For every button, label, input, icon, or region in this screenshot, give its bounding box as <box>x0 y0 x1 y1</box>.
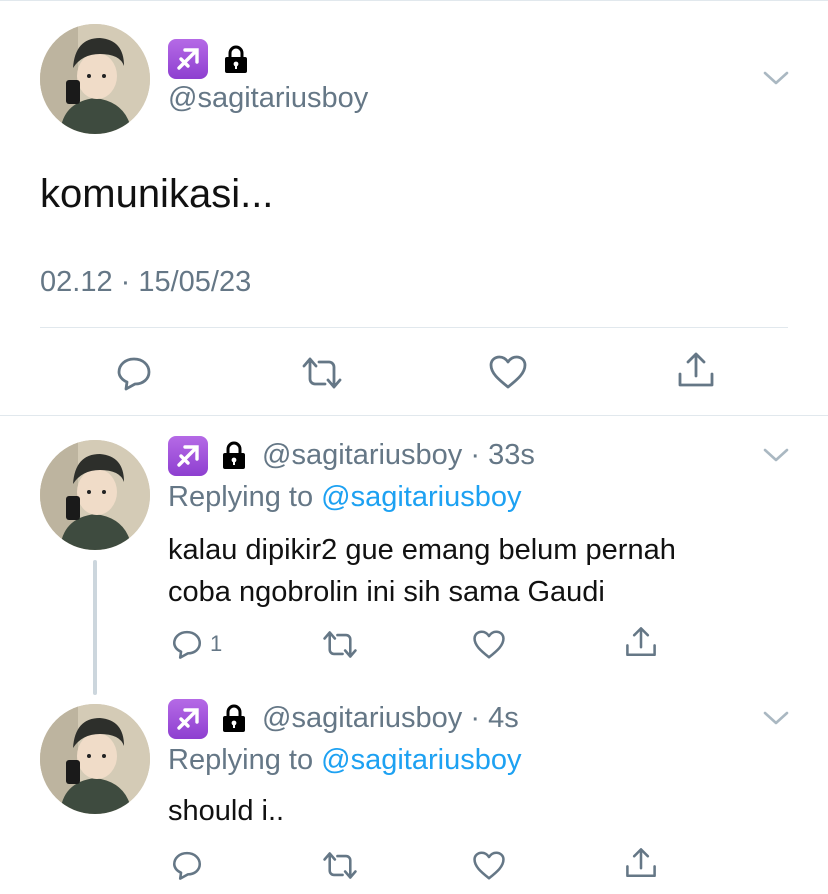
replying-to: Replying to @sagitariusboy <box>168 744 521 777</box>
reply-text: kalau dipikir2 gue emang belum pernah co… <box>168 529 788 613</box>
reply-button[interactable] <box>170 848 204 882</box>
share-icon <box>626 627 656 657</box>
tweet-handle[interactable]: @sagitariusboy <box>168 82 368 115</box>
share-icon <box>626 848 656 878</box>
like-button[interactable] <box>472 629 506 660</box>
like-button[interactable] <box>488 354 528 390</box>
reply-icon <box>172 851 202 880</box>
lock-icon <box>221 44 251 79</box>
tweet-text: komunikasi... <box>40 172 274 216</box>
lock-icon <box>219 440 249 475</box>
reply-icon <box>172 630 202 659</box>
avatar[interactable] <box>40 24 150 134</box>
retweet-button[interactable] <box>322 629 358 660</box>
meta-divider <box>40 327 788 328</box>
retweet-icon <box>302 357 342 389</box>
share-button[interactable] <box>624 846 658 880</box>
replying-to: Replying to @sagitariusboy <box>168 481 521 514</box>
reply-count: 1 <box>210 631 223 656</box>
avatar[interactable] <box>40 440 150 550</box>
reply-text-line: coba ngobrolin ini sih sama Gaudi <box>168 576 605 608</box>
replying-to-link[interactable]: @sagitariusboy <box>321 744 521 776</box>
reply-icon <box>117 357 151 391</box>
chevron-down-icon[interactable] <box>762 68 790 93</box>
section-divider <box>0 415 828 416</box>
reply-handle-time[interactable]: @sagitariusboy · 4s <box>262 702 519 735</box>
retweet-icon <box>323 852 357 879</box>
reply-text: should i.. <box>168 790 788 832</box>
heart-icon <box>473 630 505 659</box>
share-button[interactable] <box>676 350 716 390</box>
reply-text-line: should i.. <box>168 795 285 827</box>
share-button[interactable] <box>624 625 658 659</box>
thread-line <box>93 560 97 695</box>
chevron-down-icon[interactable] <box>762 445 790 470</box>
lock-icon <box>219 703 249 738</box>
replying-to-label: Replying to <box>168 481 322 513</box>
heart-icon <box>473 851 505 880</box>
replying-to-link[interactable]: @sagitariusboy <box>321 481 521 513</box>
reply-button[interactable]: 1 <box>170 627 222 661</box>
retweet-button[interactable] <box>301 355 343 391</box>
sagittarius-icon <box>168 436 208 476</box>
reply-text-line: kalau dipikir2 gue emang belum pernah <box>168 534 676 566</box>
retweet-icon <box>323 631 357 658</box>
heart-icon <box>489 355 527 389</box>
reply-button[interactable] <box>114 353 154 393</box>
retweet-button[interactable] <box>322 850 358 881</box>
reply-handle-time[interactable]: @sagitariusboy · 33s <box>262 439 535 472</box>
tweet-timestamp: 02.12 · 15/05/23 <box>40 266 252 298</box>
avatar[interactable] <box>40 704 150 814</box>
sagittarius-icon <box>168 39 208 79</box>
top-divider <box>0 0 828 1</box>
sagittarius-icon <box>168 699 208 739</box>
like-button[interactable] <box>472 850 506 881</box>
replying-to-label: Replying to <box>168 744 322 776</box>
chevron-down-icon[interactable] <box>762 708 790 733</box>
share-icon <box>678 352 714 387</box>
